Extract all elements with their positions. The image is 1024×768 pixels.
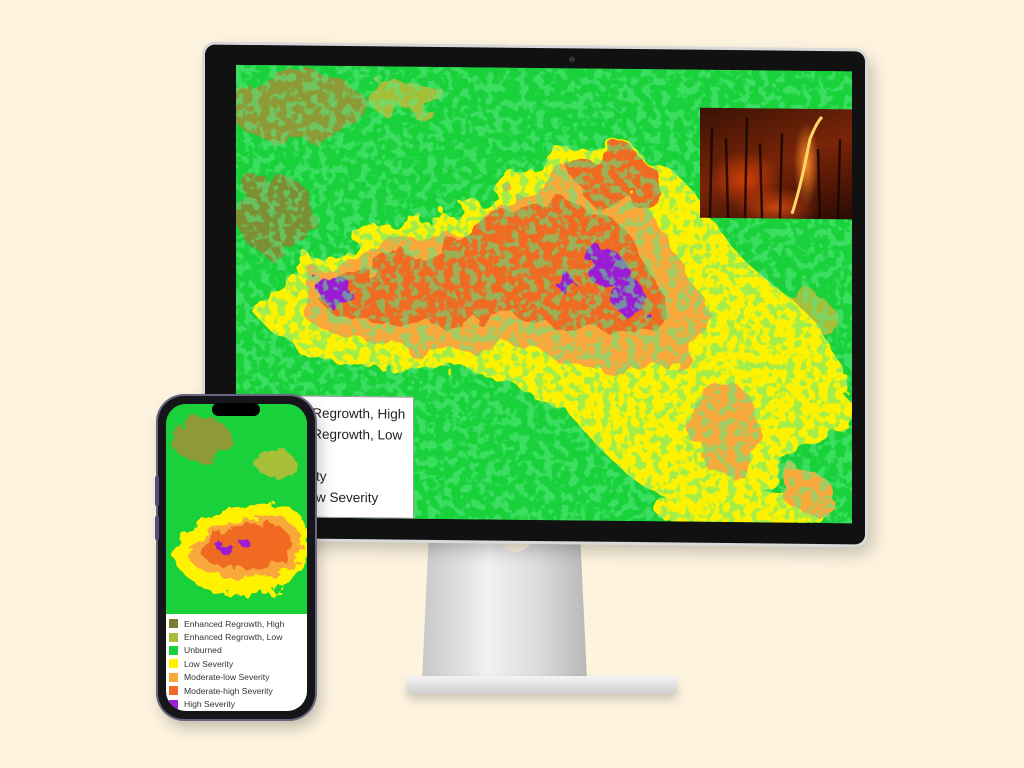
map-legend-mobile: Enhanced Regrowth, High Enhanced Regrowt… [166, 614, 307, 711]
legend-item: Low Severity [169, 657, 307, 670]
legend-label: High Severity [184, 699, 236, 710]
legend-swatch [169, 659, 178, 669]
legend-label: Moderate-low Severity [184, 672, 270, 683]
monitor-stand-neck [422, 540, 587, 680]
legend-item: Moderate-low Severity [169, 671, 307, 684]
burn-severity-map-mobile[interactable]: Enhanced Regrowth, High Enhanced Regrowt… [166, 404, 307, 711]
legend-row: d [301, 445, 413, 467]
legend-row: -low Severity [301, 489, 379, 506]
legend-item: Enhanced Regrowth, High [169, 617, 307, 630]
phone-side-button [155, 476, 159, 506]
legend-swatch [169, 645, 178, 655]
monitor-stand-base [407, 676, 677, 694]
legend-label: Low Severity [184, 658, 234, 669]
legend-row: erity [301, 466, 413, 488]
legend-swatch [169, 699, 178, 709]
legend-label: Enhanced Regrowth, High [184, 618, 285, 629]
phone-side-button [155, 516, 159, 540]
legend-swatch [169, 672, 178, 682]
forest-fire-photo-icon [700, 107, 852, 220]
legend-label: Moderate-high Severity [184, 685, 273, 696]
legend-swatch [169, 619, 178, 629]
legend-item: Moderate-high Severity [169, 684, 307, 697]
legend-item: Unburned [169, 644, 307, 657]
smartphone: Enhanced Regrowth, High Enhanced Regrowt… [155, 396, 315, 719]
legend-swatch [169, 686, 178, 696]
legend-row: d Regrowth, High [301, 405, 406, 422]
dynamic-island-icon [212, 403, 260, 416]
legend-label: Enhanced Regrowth, Low [184, 632, 283, 643]
burn-severity-map-desktop[interactable]: d Regrowth, High d Regrowth, Low d erity… [236, 64, 852, 524]
severity-map-layer-mobile [166, 404, 307, 619]
legend-swatch [169, 632, 178, 642]
legend-row: d Regrowth, Low [301, 426, 403, 443]
legend-item: Enhanced Regrowth, Low [169, 630, 307, 643]
legend-item: High Severity [169, 697, 307, 710]
legend-label: Unburned [184, 645, 222, 656]
camera-icon [569, 56, 575, 63]
